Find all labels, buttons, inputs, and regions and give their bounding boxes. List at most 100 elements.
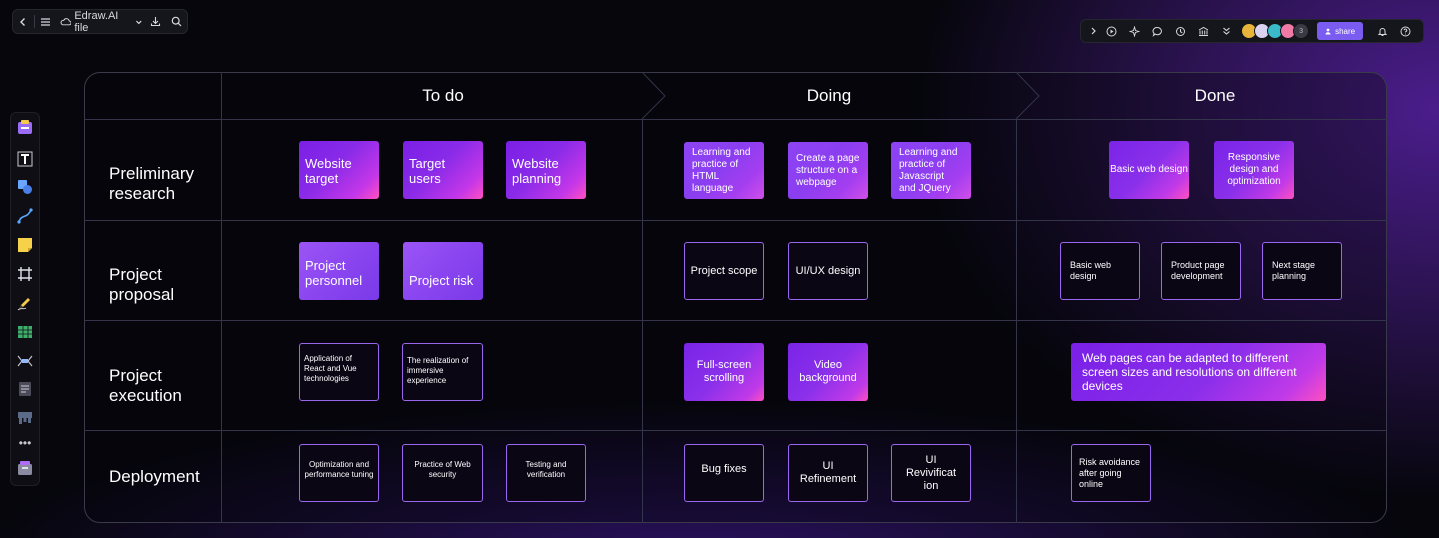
sticky-note-icon [18,238,32,252]
share-label: share [1335,26,1356,36]
notifications-button[interactable] [1371,19,1394,43]
card-risk-avoidance[interactable]: Risk avoidance after going online [1071,444,1151,502]
card-ui-revivification[interactable]: UI Revivificat ion [891,444,971,502]
chevron-down-icon [136,20,143,24]
templates-tool[interactable] [15,117,35,137]
back-button[interactable] [13,10,34,33]
card-basic-web-design-done[interactable]: Basic web design [1060,242,1140,300]
file-name: Edraw.AI file [74,9,119,34]
ai-button[interactable] [1123,19,1146,43]
card-next-stage-planning[interactable]: Next stage planning [1262,242,1342,300]
card-product-page-development[interactable]: Product page development [1161,242,1241,300]
search-button[interactable] [166,10,187,33]
library-button[interactable] [1192,19,1215,43]
grid-line [84,119,1387,120]
card-basic-web-design[interactable]: Basic web design [1109,141,1189,199]
more-tools-button[interactable]: ••• [15,433,35,453]
collaborator-avatars[interactable]: 3 [1241,23,1310,39]
history-button[interactable] [1169,19,1192,43]
card-immersive-experience[interactable]: The realization of immersive experience [402,343,483,401]
menu-icon [40,17,50,26]
download-icon [150,17,161,27]
comment-icon [1152,26,1163,37]
template-icon [18,120,32,134]
sparkle-icon [1129,25,1141,37]
connector-tool[interactable] [15,206,35,226]
grid-line [84,430,1387,431]
mindmap-tool[interactable] [15,351,35,371]
help-icon [1400,26,1411,36]
card-page-structure[interactable]: Create a page structure on a webpage [788,142,868,199]
card-html-practice[interactable]: Learning and practice of HTML language [684,142,764,199]
card-testing-verification[interactable]: Testing and verification [506,444,586,502]
table-tool[interactable] [15,322,35,342]
card-web-security[interactable]: Practice of Web security [402,444,483,502]
pen-tool[interactable] [15,293,35,313]
text-tool[interactable] [15,149,35,169]
card-responsive-design[interactable]: Responsive design and optimization [1214,141,1294,199]
card-website-target[interactable]: Website target [299,141,379,199]
frame-tool[interactable] [15,264,35,284]
kanban-icon [18,412,32,424]
more-icon: ••• [18,436,32,450]
card-full-screen-scrolling[interactable]: Full-screen scrolling [684,343,764,401]
resources-tool[interactable] [15,458,35,478]
bank-icon [1198,26,1209,36]
kanban-tool[interactable] [15,408,35,428]
column-separator-arrow [1015,72,1040,120]
column-separator-arrow [641,72,666,120]
card-target-users[interactable]: Target users [403,141,483,199]
history-icon [1176,26,1186,36]
row-header-project-proposal: Project proposal [109,265,175,304]
avatar-overflow-count[interactable]: 3 [1293,23,1310,39]
card-optimization[interactable]: Optimization and performance tuning [299,444,379,502]
card-project-personnel[interactable]: Project personnel [299,242,379,300]
file-name-dropdown[interactable]: Edraw.AI file [56,10,145,34]
document-icon [19,382,31,396]
collapse-button[interactable] [1215,19,1238,43]
menu-button[interactable] [35,10,56,33]
pen-icon [17,298,30,311]
frame-icon [18,267,32,281]
present-button[interactable] [1100,19,1123,43]
card-website-planning[interactable]: Website planning [506,141,586,199]
card-javascript-practice[interactable]: Learning and practice of Javascript and … [891,142,971,199]
card-bug-fixes[interactable]: Bug fixes [684,444,764,502]
sticky-note-tool[interactable] [15,235,35,255]
card-project-scope[interactable]: Project scope [684,242,764,300]
bell-icon [1377,27,1388,36]
file-toolbar: Edraw.AI file [12,9,188,34]
comment-button[interactable] [1146,19,1169,43]
play-icon [1106,26,1117,36]
grid-line [84,220,1387,221]
table-icon [18,326,32,338]
card-ui-ux-design[interactable]: UI/UX design [788,242,868,300]
row-header-deployment: Deployment [109,467,200,486]
column-header-done: Done [1194,86,1236,105]
grid-line [84,320,1387,321]
search-icon [171,16,182,27]
mindmap-icon [17,355,33,367]
chevron-left-icon [20,17,26,26]
column-header-doing: Doing [806,86,852,105]
share-button[interactable]: share [1317,22,1364,40]
card-ui-refinement[interactable]: UI Refinement [788,444,868,502]
document-tool[interactable] [15,379,35,399]
box-icon [18,461,32,475]
row-header-project-execution: Project execution [109,366,182,405]
download-button[interactable] [145,10,166,33]
user-plus-icon [1325,28,1331,34]
card-react-vue[interactable]: Application of React and Vue technologie… [299,343,379,401]
connector-icon [17,208,33,224]
help-button[interactable] [1394,19,1417,43]
tool-rail: ••• [10,112,40,486]
card-responsive-devices[interactable]: Web pages can be adapted to different sc… [1071,343,1326,401]
grid-line [1016,119,1017,523]
chevron-right-icon [1091,27,1097,35]
expand-toolbar-button[interactable] [1087,19,1100,43]
shapes-icon [18,180,32,194]
shape-tool[interactable] [15,177,35,197]
card-video-background[interactable]: Video background [788,343,868,401]
cloud-icon [60,18,72,26]
card-project-risk[interactable]: Project risk [403,242,483,300]
